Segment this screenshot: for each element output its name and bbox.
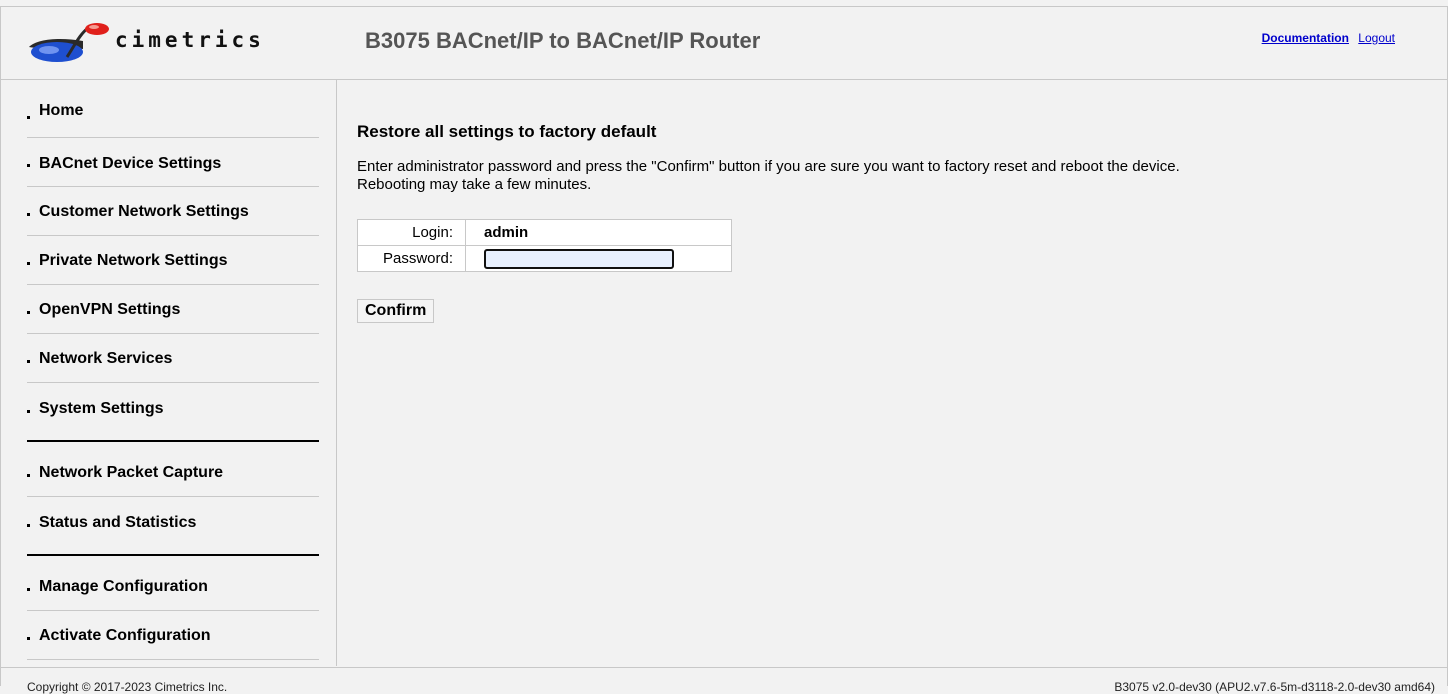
page-title: Restore all settings to factory default: [357, 122, 657, 141]
bullet-icon: [27, 410, 30, 413]
app-frame: cimetrics B3075 BACnet/IP to BACnet/IP R…: [0, 6, 1448, 694]
bullet-icon: [27, 116, 30, 119]
sidebar-item-label: Status and Statistics: [39, 514, 197, 531]
bullet-icon: [27, 474, 30, 477]
sidebar-item-label: Home: [39, 102, 84, 119]
bullet-icon: [27, 588, 30, 591]
sidebar-item-network-packet-capture[interactable]: Network Packet Capture: [27, 442, 319, 497]
sidebar-item-label: Activate Configuration: [39, 627, 211, 644]
sidebar-item-status-and-statistics[interactable]: Status and Statistics: [27, 497, 319, 556]
description: Enter administrator password and press t…: [357, 158, 1437, 194]
sidebar-item-activate-configuration[interactable]: Activate Configuration: [27, 611, 319, 660]
description-line: Enter administrator password and press t…: [357, 158, 1180, 175]
sidebar: Home BACnet Device Settings Customer Net…: [1, 80, 337, 666]
sidebar-item-manage-configuration[interactable]: Manage Configuration: [27, 556, 319, 611]
logo-mark-icon: [29, 23, 109, 62]
sidebar-item-label: Network Services: [39, 350, 173, 367]
logout-link[interactable]: Logout: [1358, 31, 1395, 45]
sidebar-item-label: OpenVPN Settings: [39, 301, 181, 318]
table-row: Password:: [357, 245, 732, 272]
sidebar-item-openvpn-settings[interactable]: OpenVPN Settings: [27, 285, 319, 334]
sidebar-item-label: Customer Network Settings: [39, 203, 249, 220]
top-links: Documentation Logout: [1262, 31, 1395, 45]
bullet-icon: [27, 637, 30, 640]
password-input[interactable]: [484, 248, 674, 269]
bullet-icon: [27, 213, 30, 216]
documentation-link[interactable]: Documentation: [1262, 31, 1349, 45]
bullet-icon: [27, 164, 30, 167]
description-line: Rebooting may take a few minutes.: [357, 176, 592, 193]
confirm-button[interactable]: Confirm: [357, 299, 435, 323]
main-content: Restore all settings to factory default …: [337, 80, 1447, 666]
logo-text: cimetrics: [115, 28, 265, 52]
sidebar-item-label: BACnet Device Settings: [39, 155, 222, 172]
sidebar-item-home[interactable]: Home: [27, 80, 319, 138]
bullet-icon: [27, 262, 30, 265]
password-cell: [465, 245, 732, 272]
sidebar-item-label: Manage Configuration: [39, 578, 208, 595]
sidebar-item-label: Network Packet Capture: [39, 464, 224, 481]
page-header-title: B3075 BACnet/IP to BACnet/IP Router: [365, 28, 761, 53]
password-label: Password:: [357, 245, 466, 272]
credentials-table: Login: admin Password:: [357, 219, 732, 272]
bullet-icon: [27, 360, 30, 363]
login-value: admin: [465, 219, 732, 246]
sidebar-item-private-network-settings[interactable]: Private Network Settings: [27, 236, 319, 285]
sidebar-item-bacnet-device-settings[interactable]: BACnet Device Settings: [27, 138, 319, 187]
sidebar-item-system-settings[interactable]: System Settings: [27, 383, 319, 442]
login-label: Login:: [357, 219, 466, 246]
footer: Copyright © 2017-2023 Cimetrics Inc. B30…: [1, 667, 1447, 694]
version-text: B3075 v2.0-dev30 (APU2.v7.6-5m-d3118-2.0…: [1114, 680, 1435, 694]
cimetrics-logo: cimetrics: [27, 17, 277, 67]
sidebar-item-customer-network-settings[interactable]: Customer Network Settings: [27, 187, 319, 236]
bullet-icon: [27, 311, 30, 314]
copyright-text: Copyright © 2017-2023 Cimetrics Inc.: [27, 680, 228, 694]
sidebar-item-network-services[interactable]: Network Services: [27, 334, 319, 383]
table-row: Login: admin: [357, 219, 732, 246]
bullet-icon: [27, 524, 30, 527]
sidebar-item-label: System Settings: [39, 400, 164, 417]
sidebar-item-label: Private Network Settings: [39, 252, 228, 269]
header: cimetrics B3075 BACnet/IP to BACnet/IP R…: [1, 7, 1447, 80]
